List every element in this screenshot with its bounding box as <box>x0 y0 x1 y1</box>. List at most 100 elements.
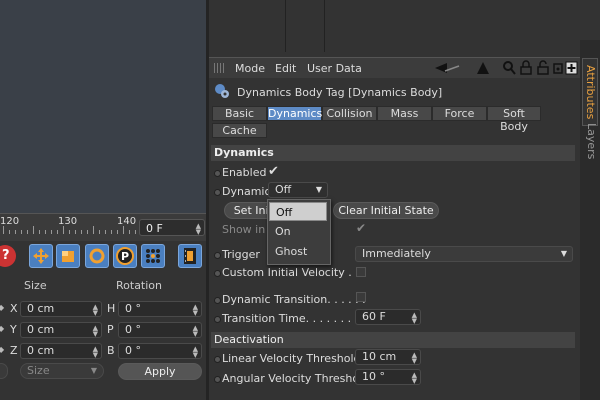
linear-velocity-threshold-value: 10 cm <box>362 350 397 363</box>
rotation-b-label: B <box>107 344 115 357</box>
trigger-label: Trigger <box>222 248 260 261</box>
new-panel-icon[interactable] <box>565 60 578 79</box>
up-arrow-icon[interactable] <box>476 60 490 79</box>
tab-soft-body[interactable]: Soft Body <box>487 106 541 133</box>
angular-velocity-threshold-label: Angular Velocity Threshold <box>222 372 370 385</box>
grip-icon[interactable] <box>214 63 226 73</box>
stepper-arrows-icon[interactable]: ◆ <box>0 303 4 312</box>
tab-force[interactable]: Force <box>432 106 487 121</box>
dynamic-dropdown-menu: Off On Ghost <box>267 199 331 265</box>
size-x-field[interactable]: 0 cm ▲ ▼ <box>20 301 102 317</box>
trigger-value: Immediately <box>362 247 431 260</box>
transition-time-field[interactable]: 60 F ▲ ▼ <box>355 309 421 325</box>
stepper-arrows-icon[interactable]: ▲ ▼ <box>412 312 417 325</box>
clear-initial-state-button[interactable]: Clear Initial State <box>333 202 439 219</box>
tag-title-row: Dynamics Body Tag [Dynamics Body] <box>209 80 580 102</box>
menu-edit[interactable]: Edit <box>275 62 296 75</box>
move-key-icon[interactable] <box>29 244 53 268</box>
linear-velocity-threshold-label: Linear Velocity Threshold <box>222 352 361 365</box>
viewport[interactable] <box>0 0 207 213</box>
show-in-viewport-checkbox[interactable]: ✔ <box>356 221 366 235</box>
dropdown-option-ghost[interactable]: Ghost <box>269 242 327 261</box>
size-z-label: Z <box>10 344 18 357</box>
size-y-field[interactable]: 0 cm ▲ ▼ <box>20 322 102 338</box>
side-tab-strip: Attributes Layers <box>580 40 600 400</box>
rotation-p-value: 0 ° <box>125 323 141 336</box>
size-header: Size <box>24 279 47 292</box>
current-frame-value: 0 F <box>146 222 163 235</box>
unlock-icon[interactable] <box>537 60 549 79</box>
lock-icon[interactable] <box>520 60 532 79</box>
rotation-header: Rotation <box>116 279 163 292</box>
menu-mode[interactable]: Mode <box>235 62 265 75</box>
linear-velocity-threshold-field[interactable]: 10 cm ▲ ▼ <box>355 349 421 365</box>
record-icon[interactable]: ? <box>0 245 16 267</box>
tag-title: Dynamics Body Tag [Dynamics Body] <box>237 86 443 99</box>
size-z-value: 0 cm <box>27 344 55 357</box>
side-tab-attributes[interactable]: Attributes <box>582 58 598 126</box>
size-mode-dropdown[interactable]: Size ▼ <box>20 363 104 379</box>
stepper-arrows-icon[interactable]: ▲ ▼ <box>196 223 201 236</box>
rotation-b-field[interactable]: 0 ° ▲ ▼ <box>118 343 202 359</box>
dynamic-dropdown[interactable]: Off ▼ <box>268 182 328 198</box>
chevron-down-icon: ▼ <box>560 249 567 258</box>
tab-mass[interactable]: Mass <box>377 106 432 121</box>
settings-icon[interactable] <box>552 60 564 79</box>
object-manager-area <box>209 0 580 55</box>
tab-dynamics[interactable]: Dynamics <box>267 106 322 121</box>
custom-initial-velocity-checkbox[interactable] <box>356 267 366 277</box>
animation-dot-icon[interactable] <box>214 252 221 259</box>
size-mode-value: Size <box>27 364 50 377</box>
dynamic-transition-checkbox[interactable] <box>356 292 366 302</box>
svg-text:P: P <box>121 250 129 263</box>
animation-dot-icon[interactable] <box>214 356 221 363</box>
animation-dot-icon[interactable] <box>214 270 221 277</box>
size-y-label: Y <box>10 323 17 336</box>
search-icon[interactable] <box>502 60 516 79</box>
apply-button[interactable]: Apply <box>118 363 202 380</box>
tab-basic[interactable]: Basic <box>212 106 267 121</box>
position-mode-dropdown[interactable] <box>0 363 8 379</box>
scale-key-icon[interactable] <box>56 244 80 268</box>
tab-cache[interactable]: Cache <box>212 123 267 138</box>
section-dynamics-header[interactable]: Dynamics <box>211 145 575 161</box>
trigger-dropdown[interactable]: Immediately ▼ <box>355 246 573 262</box>
section-deactivation-header[interactable]: Deactivation <box>211 332 575 348</box>
coordinates-manager: Size Rotation ◆ X 0 cm ▲ ▼ H 0 ° ▲ ▼ ◆ Y 0 c… <box>0 273 206 400</box>
animation-dot-icon[interactable] <box>214 316 221 323</box>
film-icon[interactable] <box>178 244 202 268</box>
dynamic-value: Off <box>275 183 292 196</box>
animation-dot-icon[interactable] <box>214 170 221 177</box>
enabled-checkbox[interactable]: ✔ <box>268 164 279 179</box>
back-arrow-icon[interactable] <box>433 60 461 79</box>
animation-dot-icon[interactable] <box>214 297 221 304</box>
menu-user-data[interactable]: User Data <box>307 62 362 75</box>
rotation-h-field[interactable]: 0 ° ▲ ▼ <box>118 301 202 317</box>
stepper-arrows-icon[interactable]: ◆ <box>0 345 4 354</box>
size-x-value: 0 cm <box>27 302 55 315</box>
rotation-p-field[interactable]: 0 ° ▲ ▼ <box>118 322 202 338</box>
animation-dot-icon[interactable] <box>214 376 221 383</box>
chevron-down-icon: ▼ <box>315 185 322 194</box>
ruler-label: 130 <box>58 216 78 227</box>
stepper-arrows-icon[interactable]: ▲ ▼ <box>412 372 417 385</box>
ruler-label: 140 <box>117 216 137 227</box>
side-tab-layers[interactable]: Layers <box>582 120 598 162</box>
size-z-field[interactable]: 0 cm ▲ ▼ <box>20 343 102 359</box>
parameter-key-icon[interactable]: P <box>113 244 137 268</box>
rotation-b-value: 0 ° <box>125 344 141 357</box>
point-level-icon[interactable] <box>141 244 165 268</box>
current-frame-field[interactable]: 0 F ▲ ▼ <box>139 219 205 236</box>
dropdown-option-off[interactable]: Off <box>269 202 327 221</box>
dropdown-option-on[interactable]: On <box>269 222 327 241</box>
enabled-label: Enabled <box>222 166 267 179</box>
dynamics-body-tag-icon <box>214 83 230 102</box>
animation-dot-icon[interactable] <box>214 189 221 196</box>
rotate-key-icon[interactable] <box>85 244 109 268</box>
custom-initial-velocity-label: Custom Initial Velocity . . . <box>222 266 366 279</box>
rotation-p-label: P <box>107 323 114 336</box>
stepper-arrows-icon[interactable]: ◆ <box>0 324 4 333</box>
tab-collision[interactable]: Collision <box>322 106 377 121</box>
angular-velocity-threshold-field[interactable]: 10 ° ▲ ▼ <box>355 369 421 385</box>
stepper-arrows-icon[interactable]: ▲ ▼ <box>412 352 417 365</box>
